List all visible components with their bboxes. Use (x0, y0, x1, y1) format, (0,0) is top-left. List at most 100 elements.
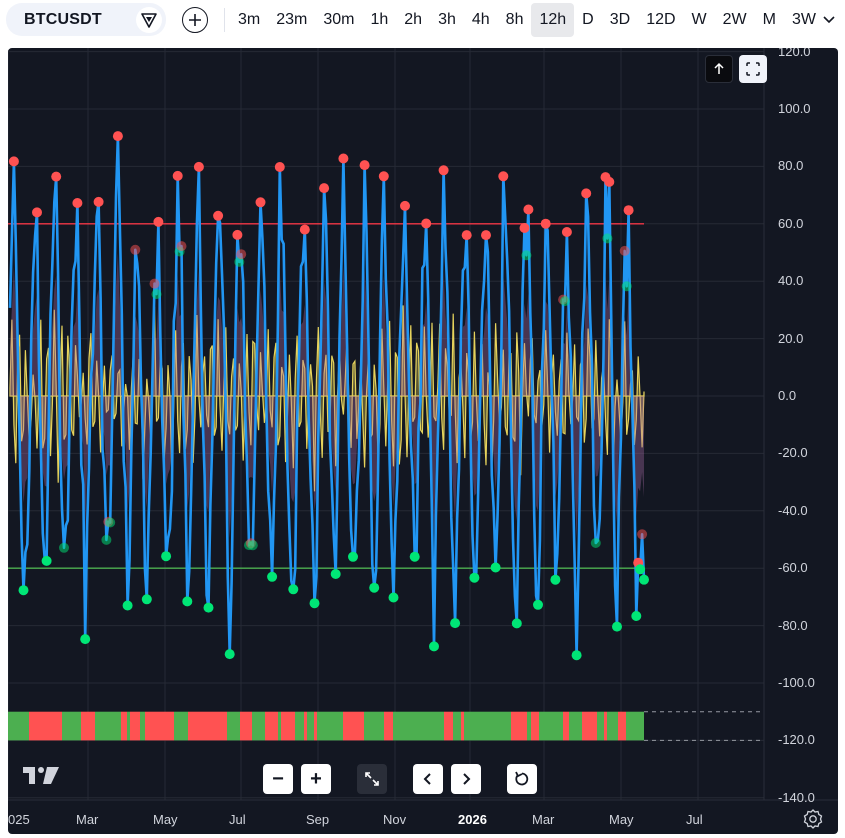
settings-gear-icon[interactable] (802, 808, 824, 830)
price-axis-label: 120.0 (778, 48, 811, 59)
bullish-cross-dot (560, 296, 570, 307)
zoom-in-button[interactable]: + (301, 764, 331, 794)
time-axis-label: Jul (686, 812, 703, 827)
time-axis-label: Mar (76, 812, 99, 827)
bullish-cross-dot (409, 551, 420, 562)
time-axis-label: May (609, 812, 634, 827)
interval-3D[interactable]: 3D (602, 0, 638, 40)
bullish-cross-dot (550, 574, 561, 585)
bearish-cross-dot (236, 249, 247, 260)
interval-30m[interactable]: 30m (315, 0, 362, 40)
bullish-cross-dot (469, 572, 480, 583)
bearish-cross-dot (540, 218, 551, 229)
reset-scale-button[interactable] (357, 764, 387, 794)
bearish-cross-dot (153, 216, 164, 227)
chart-panel[interactable]: 120.0 100.0 80.0 60.0 40.0 20.0 0.0 -20.0 -40.0 -… (8, 48, 838, 834)
interval-3W[interactable]: 3W (784, 0, 824, 40)
bias-band-segment (307, 711, 314, 741)
interval-8h[interactable]: 8h (498, 0, 532, 40)
bias-band-segment (582, 711, 597, 741)
bullish-cross-dot (631, 611, 642, 621)
interval-2W[interactable]: 2W (715, 0, 755, 40)
scroll-left-button[interactable] (413, 764, 443, 794)
interval-M[interactable]: M (755, 0, 784, 40)
tradingview-logo[interactable] (22, 764, 62, 791)
scroll-right-button[interactable] (451, 764, 481, 794)
time-axis-label: Nov (383, 812, 407, 827)
price-axis-label: 60.0 (778, 215, 804, 231)
bias-band-segment (547, 711, 563, 741)
bearish-cross-dot (255, 197, 266, 208)
chevron-down-icon[interactable] (819, 10, 839, 30)
bias-band-segment (21, 711, 29, 741)
interval-2h[interactable]: 2h (396, 0, 430, 40)
bias-band-segment (640, 711, 644, 741)
compare-add-icon[interactable] (182, 7, 208, 33)
bias-band-segment (425, 711, 431, 741)
bias-band-segment (569, 711, 577, 741)
interval-1h[interactable]: 1h (362, 0, 396, 40)
bearish-cross-dot (299, 224, 310, 235)
bullish-cross-dot (490, 562, 501, 573)
price-axis-label: 80.0 (778, 158, 804, 174)
bearish-cross-dot (438, 165, 449, 176)
bias-band-segment (29, 711, 43, 741)
bias-band-segment (130, 711, 140, 741)
expand-icon (365, 772, 379, 786)
bearish-cross-dot (338, 153, 349, 164)
interval-W[interactable]: W (684, 0, 715, 40)
bias-band-segment (607, 711, 618, 741)
interval-23m[interactable]: 23m (268, 0, 315, 40)
symbol-logo-icon[interactable] (136, 7, 162, 33)
bullish-cross-dot (247, 540, 258, 551)
bearish-cross-dot (519, 223, 530, 233)
bias-band-segment (495, 711, 511, 741)
bearish-cross-dot (149, 278, 160, 289)
bias-band-segment (453, 711, 461, 741)
chevron-left-icon (423, 773, 431, 785)
bias-band-segment (409, 711, 425, 741)
bias-band-segment (531, 711, 539, 741)
fullscreen-button[interactable] (739, 55, 767, 83)
bias-band-segment (265, 711, 273, 741)
chart-navigation-controls: − + (263, 764, 537, 796)
zoom-out-button[interactable]: − (263, 764, 293, 794)
bias-band-segment (527, 711, 531, 741)
interval-D[interactable]: D (574, 0, 602, 40)
bearish-cross-dot (51, 171, 62, 182)
bullish-cross-dot (18, 585, 29, 596)
bias-band-segment (449, 711, 453, 741)
bias-band-segment (604, 711, 607, 741)
time-axis-label: Sep (306, 812, 330, 827)
interval-12D[interactable]: 12D (638, 0, 683, 40)
interval-4h[interactable]: 4h (464, 0, 498, 40)
bias-band-segment (626, 711, 640, 741)
bias-band-segment (563, 711, 569, 741)
scroll-to-top-button[interactable] (705, 55, 733, 83)
bias-band-segment (597, 711, 604, 741)
refresh-icon (515, 771, 529, 786)
bearish-cross-dot (498, 171, 509, 182)
price-axis-label: -80.0 (778, 617, 808, 633)
price-axis-label: 0.0 (778, 388, 797, 403)
bullish-cross-dot (101, 534, 112, 545)
bias-band-segment (95, 711, 100, 741)
interval-3h[interactable]: 3h (430, 0, 464, 40)
bias-band-segment (240, 711, 252, 741)
symbol-search[interactable]: BTCUSDT (6, 3, 166, 36)
reset-chart-button[interactable] (507, 764, 537, 794)
bias-band-segment (161, 711, 170, 741)
bullish-cross-dot (590, 538, 601, 548)
bias-band-segment (461, 711, 464, 741)
bullish-cross-dot (621, 281, 632, 292)
bullish-cross-dot (267, 571, 278, 582)
interval-12h[interactable]: 12h (531, 3, 575, 37)
interval-3m[interactable]: 3m (230, 0, 268, 40)
bias-band-segment (434, 711, 444, 741)
bias-band-segment (444, 711, 449, 741)
bias-band-segment (314, 711, 317, 741)
time-axis-label: 2026 (458, 812, 487, 827)
bearish-cross-dot (274, 162, 285, 172)
bias-band-segment (112, 711, 121, 741)
indicator-chart[interactable] (8, 48, 838, 834)
